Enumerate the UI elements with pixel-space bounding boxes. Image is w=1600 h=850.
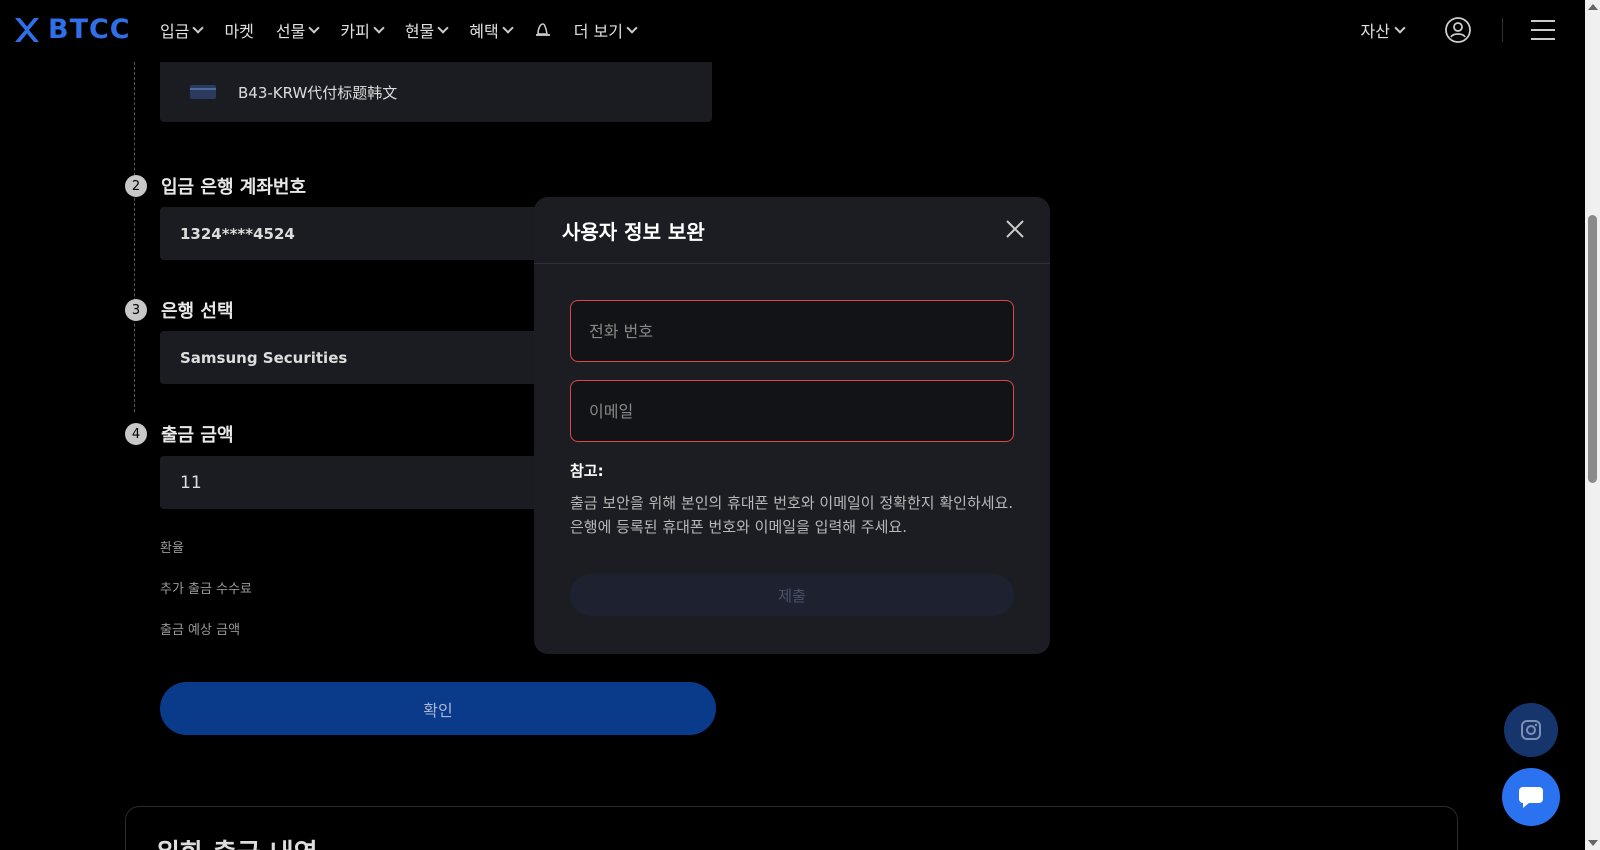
step-title: 입금 은행 계좌번호 [161,177,307,198]
asset-label: 자산 [1360,22,1390,41]
expected-amount-label: 출금 예상 금액 [160,623,241,638]
nav-label: 카피 [340,22,370,41]
scroll-down-arrow-icon[interactable] [1588,840,1598,846]
logo-text: BTCC [48,14,131,45]
chat-icon [1519,787,1543,808]
btcc-logo-icon [15,17,39,42]
extra-fee-label: 추가 출금 수수료 [160,582,252,597]
nav-label: 마켓 [224,22,254,41]
nav-hat[interactable] [534,18,552,42]
nav-deposit[interactable]: 입금 [160,18,205,42]
step-bank-account: 2 입금 은행 계좌번호 [125,173,306,199]
nav-benefits[interactable]: 혜택 [469,18,514,42]
instagram-icon [1521,720,1541,740]
note-title: 참고: [570,462,604,480]
step-title: 은행 선택 [161,301,234,322]
submit-button[interactable]: 제출 [570,574,1014,616]
nav-futures[interactable]: 선물 [275,18,321,42]
user-info-modal: 사용자 정보 보완 참고: 출금 보안을 위해 본인의 휴대폰 번호와 이메일이… [534,197,1050,654]
header-actions: 자산 [1361,16,1555,44]
nav-market[interactable]: 마켓 [224,18,253,42]
chat-support-button[interactable] [1502,768,1560,826]
confirm-button[interactable]: 확인 [160,682,716,735]
main-nav: 입금 마켓 선물 카피 현물 혜택 더 보기 [160,18,658,42]
withdraw-amount-value: 11 [180,472,202,493]
step-number: 4 [125,423,147,445]
nav-label: 혜택 [469,22,499,41]
nav-label: 현물 [404,22,435,41]
withdraw-history-title: 위화 출금 내역 [156,833,318,850]
nav-more[interactable]: 더 보기 [573,18,638,42]
close-icon[interactable] [1004,218,1026,240]
chevron-down-icon [437,22,449,34]
user-account-icon[interactable] [1444,16,1472,44]
note-text: 출금 보안을 위해 본인의 휴대폰 번호와 이메일이 정확한지 확인하세요. 은… [570,494,1014,536]
step-number: 3 [125,299,147,321]
chevron-down-icon [308,22,321,34]
email-input[interactable] [570,380,1014,442]
step-title: 출금 금액 [161,425,234,446]
chevron-down-icon [502,22,514,34]
bank-select-value: Samsung Securities [180,348,348,367]
scrollbar-thumb[interactable] [1588,215,1597,483]
modal-title: 사용자 정보 보완 [562,220,705,244]
steps-connector [134,62,135,412]
chevron-down-icon [192,22,205,34]
nav-label: 더 보기 [573,22,623,41]
header-divider [1502,18,1503,42]
chevron-down-icon [373,22,385,34]
step-number: 2 [125,175,147,197]
btcc-logo[interactable]: BTCC [12,14,131,45]
nav-spot[interactable]: 현물 [404,18,449,42]
instagram-button[interactable] [1504,703,1558,757]
bank-card-icon [190,85,216,99]
withdraw-history-card: 위화 출금 내역 [125,806,1458,850]
modal-header: 사용자 정보 보완 [534,197,1050,264]
nav-label: 입금 [160,22,190,41]
exchange-rate-label: 환율 [160,541,184,556]
phone-number-input[interactable] [570,300,1014,362]
bank-account-value: 1324****4524 [180,224,295,243]
scroll-up-arrow-icon[interactable] [1588,4,1598,10]
nav-label: 선물 [275,22,306,41]
asset-menu[interactable]: 자산 [1360,18,1406,42]
top-navigation-bar: BTCC 입금 마켓 선물 카피 현물 혜택 더 보기 자산 [0,0,1585,62]
payment-method-card[interactable]: B43-KRW代付标题韩文 [160,62,712,122]
hat-icon [535,23,550,36]
step-withdraw-amount: 4 출금 금액 [125,421,234,447]
payment-method-name: B43-KRW代付标题韩文 [238,83,398,102]
step-bank-select: 3 은행 선택 [125,297,234,323]
chevron-down-icon [626,22,638,34]
page-scrollbar[interactable] [1585,0,1600,850]
hamburger-menu-icon[interactable] [1531,20,1555,40]
chevron-down-icon [1394,22,1406,34]
nav-copy[interactable]: 카피 [340,18,385,42]
